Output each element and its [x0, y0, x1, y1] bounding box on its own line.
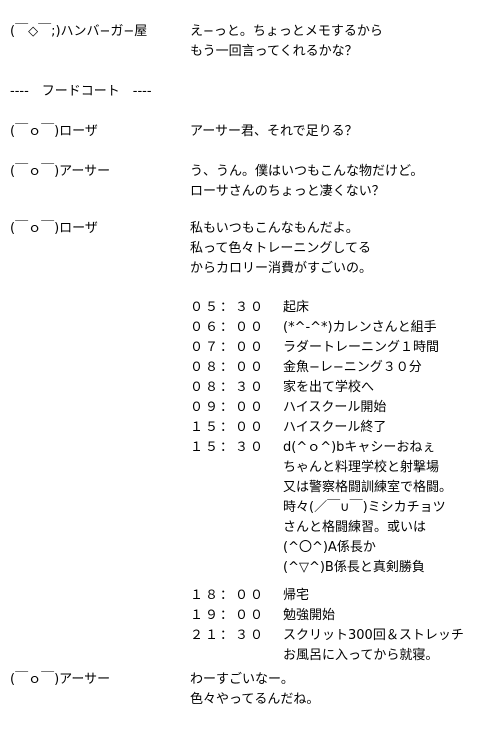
schedule-activity: ハイスクール終了	[283, 420, 387, 435]
speaker-name: (￣ｏ￣)ローザ	[10, 124, 98, 139]
schedule-activity: (*^-^*)カレンさんと組手	[283, 320, 437, 335]
schedule-activity: ちゃんと料理学校と射撃場	[283, 460, 440, 475]
dialogue-line: え−っと。ちょっとメモするから	[190, 24, 383, 39]
schedule-time: ０８：３０	[190, 380, 266, 395]
schedule-time: １９：００	[190, 608, 266, 623]
dialogue-line: もう一回言ってくれるかな？	[190, 44, 358, 59]
speaker-name: (￣◇￣;)ハンバ−ガ−屋	[10, 24, 148, 39]
schedule-time: ０５：３０	[190, 300, 266, 315]
schedule-time: １５：３０	[190, 440, 266, 455]
schedule-time: ０７：００	[190, 340, 266, 355]
schedule-time: ０６：００	[190, 320, 266, 335]
dialogue-line: う、うん。僕はいつもこんな物だけど。	[190, 164, 424, 179]
schedule-activity: ラダートレーニング１時間	[283, 340, 440, 355]
schedule-activity: 勉強開始	[283, 608, 336, 623]
schedule-activity: 家を出て学校へ	[283, 380, 375, 395]
dialogue-line: 私って色々トレーニングしてる	[190, 241, 371, 256]
schedule-activity: d(^ｏ^)bキャシーおねぇ	[283, 440, 436, 455]
schedule-activity: ハイスクール開始	[283, 400, 387, 415]
schedule-time: １５：００	[190, 420, 266, 435]
dialogue-line: 色々やってるんだね。	[190, 692, 320, 707]
speaker-name: (￣ｏ￣)アーサー	[10, 164, 111, 179]
schedule-time: ２１：３０	[190, 628, 266, 643]
speaker-name: (￣ｏ￣)ローザ	[10, 221, 98, 236]
schedule-activity: (^▽^)B係長と真剣勝負	[283, 560, 425, 575]
speaker-name: (￣ｏ￣)アーサー	[10, 672, 111, 687]
schedule-time: １８：００	[190, 588, 266, 603]
schedule-activity: 金魚−レ−ニング３０分	[283, 360, 422, 375]
schedule-time: ０８：００	[190, 360, 266, 375]
schedule-activity: お風呂に入ってから就寝。	[283, 648, 439, 663]
dialogue-line: わーすごいなー。	[190, 672, 294, 687]
schedule-activity: さんと格闘練習。或いは	[283, 520, 427, 535]
dialogue-line: アーサー君、それで足りる？	[190, 124, 358, 139]
schedule-activity: (^〇^)A係長か	[283, 540, 376, 555]
dialogue-line: 私もいつもこんなもんだよ。	[190, 221, 359, 236]
schedule-activity: 時々(／￣∪￣)ミシカチョツ	[283, 500, 446, 515]
schedule-activity: スクリット300回＆ストレッチ	[283, 628, 464, 643]
dialogue-line: からカロリー消費がすごいの。	[190, 261, 373, 276]
schedule-time: ０９：００	[190, 400, 266, 415]
schedule-activity: 起床	[283, 300, 310, 315]
schedule-activity: 帰宅	[283, 588, 310, 603]
schedule-activity: 又は警察格闘訓練室で格闘。	[283, 480, 453, 495]
dialogue-line: ローサさんのちょっと凄くない？	[190, 184, 385, 199]
scene-divider: ---- フードコート ----	[10, 84, 152, 99]
